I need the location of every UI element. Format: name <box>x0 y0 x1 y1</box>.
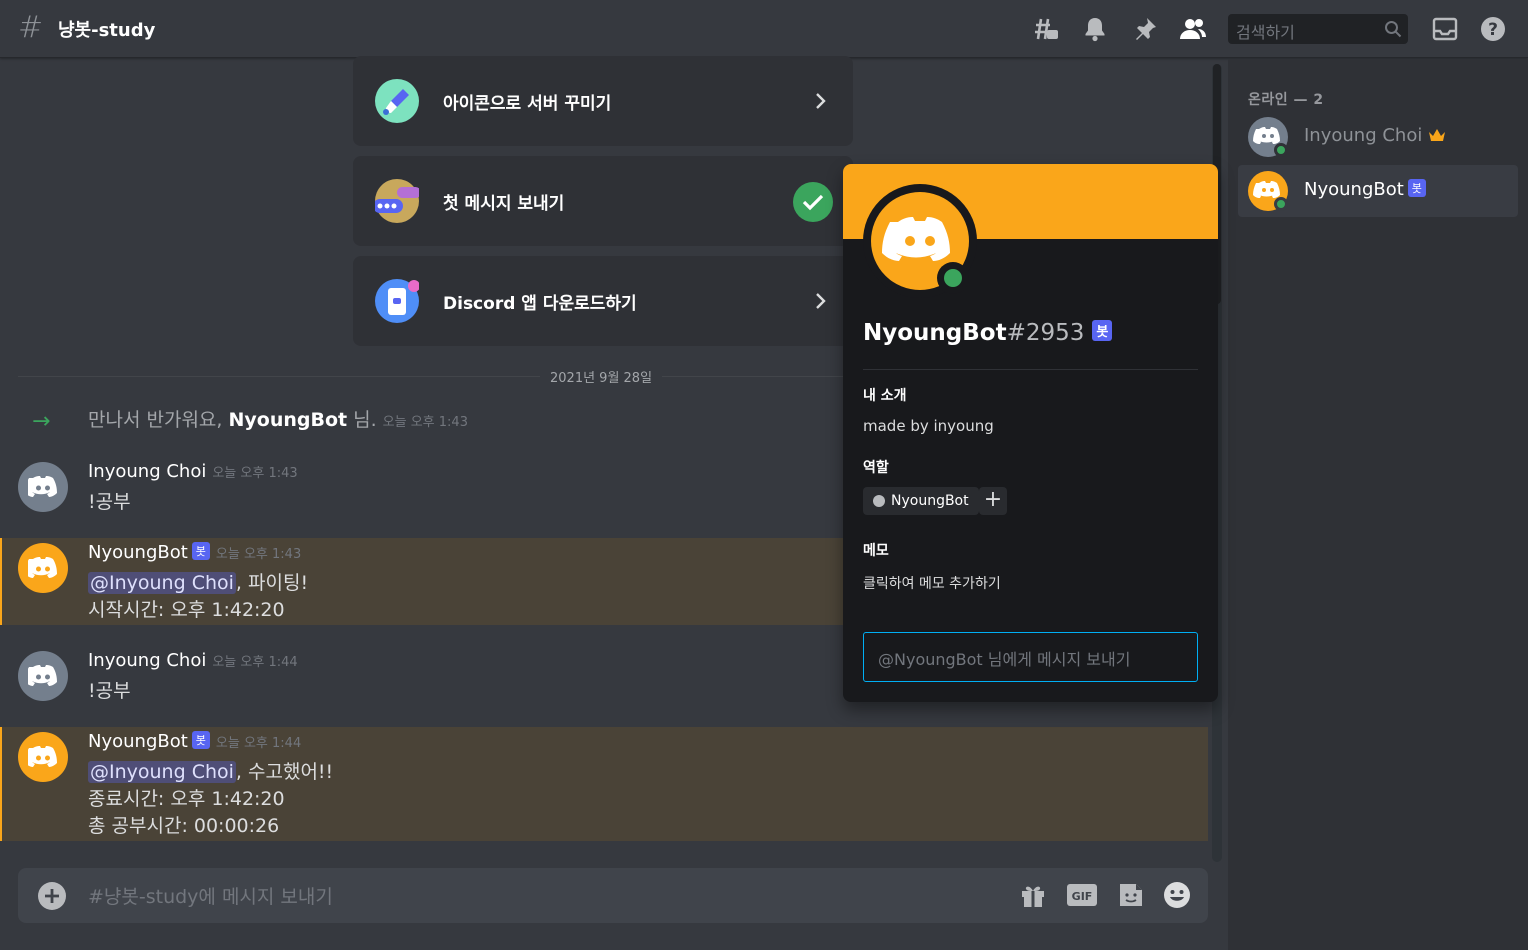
note-field[interactable]: 클릭하여 메모 추가하기 <box>863 573 1001 593</box>
member-item-selected[interactable]: NyoungBot 봇 <box>1238 165 1518 217</box>
message-content: 시작시간: 오후 1:42:20 <box>88 599 285 621</box>
bot-badge: 봇 <box>191 731 210 749</box>
about-heading: 내 소개 <box>863 388 907 404</box>
onboarding-card-label: Discord 앱 다운로드하기 <box>443 294 637 314</box>
message-content: 총 공부시간: 00:00:26 <box>88 815 280 837</box>
message-content: !공부 <box>88 491 131 513</box>
checkmark-icon <box>793 182 833 222</box>
channel-hash-icon: # <box>18 10 44 45</box>
onboarding-card-server-icon[interactable]: 아이콘으로 서버 꾸미기 <box>353 56 853 146</box>
profile-divider <box>863 369 1198 370</box>
paintbrush-icon <box>375 79 419 123</box>
chevron-right-icon <box>816 93 826 109</box>
timestamp: 오늘 오후 1:43 <box>382 415 468 430</box>
threads-icon[interactable] <box>1030 14 1060 44</box>
onboarding-card-label: 아이콘으로 서버 꾸미기 <box>443 94 612 114</box>
inbox-icon[interactable] <box>1430 14 1460 44</box>
discord-logo-icon <box>28 557 57 578</box>
timestamp: 오늘 오후 1:44 <box>212 655 298 670</box>
svg-text:?: ? <box>1488 20 1498 40</box>
user-mention[interactable]: @Inyoung Choi <box>88 761 236 783</box>
members-icon[interactable] <box>1178 14 1208 44</box>
bell-icon[interactable] <box>1080 14 1110 44</box>
member-name: NyoungBot 봇 <box>1304 179 1426 200</box>
roles-heading: 역할 <box>863 460 889 476</box>
bot-badge: 봇 <box>1407 179 1426 197</box>
user-mention[interactable]: @Inyoung Choi <box>88 572 236 594</box>
avatar[interactable] <box>18 462 68 512</box>
search-input[interactable]: 검색하기 <box>1228 14 1408 44</box>
member-name: Inyoung Choi <box>1304 125 1446 146</box>
help-icon[interactable]: ? <box>1478 14 1508 44</box>
member-list-header: 온라인 — 2 <box>1248 92 1324 108</box>
message-author[interactable]: NyoungBot 봇 오늘 오후 1:43 <box>88 542 301 563</box>
chat-bubble-icon <box>373 179 421 223</box>
join-suffix: 님. <box>347 409 377 431</box>
channel-name: 냥봇-study <box>58 20 156 41</box>
onboarding-card-label: 첫 메시지 보내기 <box>443 194 565 214</box>
message-author[interactable]: NyoungBot 봇 오늘 오후 1:44 <box>88 731 301 752</box>
timestamp: 오늘 오후 1:43 <box>215 547 302 562</box>
message-author[interactable]: Inyoung Choi 오늘 오후 1:44 <box>88 650 298 671</box>
dm-input-placeholder: @NyoungBot 님에게 메시지 보내기 <box>878 650 1131 669</box>
bot-badge: 봇 <box>191 542 210 560</box>
emoji-icon[interactable] <box>1162 880 1192 910</box>
timestamp: 오늘 오후 1:44 <box>215 736 302 751</box>
discord-logo-icon <box>28 476 57 497</box>
profile-username: NyoungBot#2953 봇 <box>863 320 1113 346</box>
message-content: @Inyoung Choi, 파이팅! <box>88 572 309 594</box>
search-placeholder: 검색하기 <box>1236 23 1295 42</box>
avatar[interactable] <box>18 732 68 782</box>
channel-header: # 냥봇-study 검색하기 ? <box>0 0 1528 58</box>
join-user[interactable]: NyoungBot <box>228 409 347 431</box>
about-text: made by inyoung <box>863 417 994 435</box>
composer-placeholder: #냥봇-study에 메시지 보내기 <box>88 886 333 908</box>
sticker-icon[interactable] <box>1116 880 1146 910</box>
online-status-icon <box>937 262 969 294</box>
chevron-right-icon <box>816 293 826 309</box>
gif-icon[interactable]: GIF <box>1066 880 1098 910</box>
pin-icon[interactable] <box>1130 14 1160 44</box>
discord-logo-icon <box>28 746 57 767</box>
member-item[interactable]: Inyoung Choi <box>1238 111 1518 163</box>
message-mentioned: NyoungBot 봇 오늘 오후 1:44 @Inyoung Choi, 수고했어… <box>0 727 1208 841</box>
online-status-icon <box>1274 197 1288 211</box>
online-status-icon <box>1274 143 1288 157</box>
onboarding-card-download-app[interactable]: Discord 앱 다운로드하기 <box>353 256 853 346</box>
join-arrow-icon: → <box>32 409 51 434</box>
onboarding-card-first-message[interactable]: 첫 메시지 보내기 <box>353 156 853 246</box>
note-heading: 메모 <box>863 543 889 559</box>
svg-text:GIF: GIF <box>1072 890 1093 903</box>
avatar[interactable] <box>18 651 68 701</box>
bot-badge: 봇 <box>1092 320 1113 341</box>
discord-logo-icon <box>28 665 57 686</box>
plus-circle-icon[interactable] <box>38 882 66 910</box>
crown-icon <box>1429 129 1446 141</box>
join-message: 만나서 반가워요, NyoungBot 님. 오늘 오후 1:43 <box>88 405 468 432</box>
avatar[interactable] <box>18 543 68 593</box>
dm-message-input[interactable]: @NyoungBot 님에게 메시지 보내기 <box>863 632 1198 682</box>
timestamp: 오늘 오후 1:43 <box>212 466 298 481</box>
join-prefix: 만나서 반가워요, <box>88 409 229 431</box>
role-pill[interactable]: NyoungBot <box>863 487 979 515</box>
phone-icon <box>375 279 420 323</box>
user-profile-popout: NyoungBot#2953 봇 내 소개 made by inyoung 역할 … <box>843 164 1218 702</box>
message-composer[interactable]: #냥봇-study에 메시지 보내기 GIF <box>18 868 1208 923</box>
date-divider: 2021년 9월 28일 <box>540 367 663 386</box>
search-icon <box>1385 21 1402 38</box>
message-content: @Inyoung Choi, 수고했어!! <box>88 761 334 783</box>
message-content: 종료시간: 오후 1:42:20 <box>88 788 285 810</box>
member-list: 온라인 — 2 Inyoung Choi NyoungBot 봇 <box>1228 59 1528 950</box>
gift-icon[interactable] <box>1018 880 1048 910</box>
message-content: !공부 <box>88 680 131 702</box>
add-role-button[interactable]: + <box>979 487 1007 515</box>
message-author[interactable]: Inyoung Choi 오늘 오후 1:43 <box>88 461 298 482</box>
